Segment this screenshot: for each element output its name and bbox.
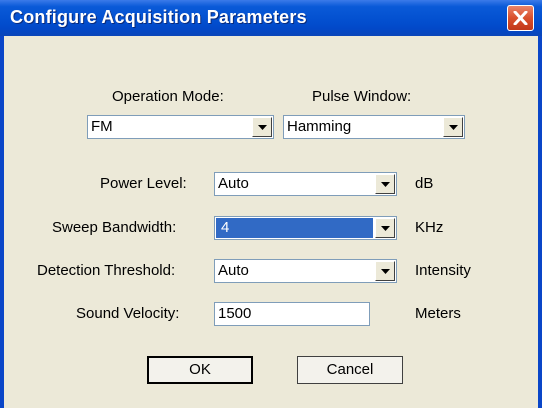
window-frame-right (538, 36, 542, 408)
operation-mode-select[interactable]: FM (87, 115, 274, 139)
operation-mode-dropdown-button[interactable] (252, 117, 272, 137)
window-frame-left (0, 36, 4, 408)
power-level-select[interactable]: Auto (214, 172, 397, 196)
chevron-down-icon (381, 226, 390, 231)
detection-threshold-label: Detection Threshold: (37, 262, 176, 279)
detection-threshold-dropdown-button[interactable] (375, 261, 395, 281)
sound-velocity-input[interactable]: 1500 (214, 302, 370, 326)
title-bar[interactable]: Configure Acquisition Parameters (0, 0, 542, 36)
sound-velocity-label: Sound Velocity: (76, 305, 180, 322)
operation-mode-value: FM (91, 118, 113, 135)
sound-velocity-value: 1500 (218, 305, 252, 322)
pulse-window-dropdown-button[interactable] (443, 117, 463, 137)
sweep-bandwidth-select[interactable]: 4 (214, 216, 397, 240)
selection-highlight (216, 218, 373, 238)
pulse-window-value: Hamming (287, 118, 352, 135)
sweep-bandwidth-unit: KHz (415, 219, 444, 236)
cancel-button[interactable]: Cancel (297, 356, 403, 384)
pulse-window-label: Pulse Window: (312, 88, 412, 105)
power-level-unit: dB (415, 175, 434, 192)
close-button[interactable] (507, 5, 534, 31)
sweep-bandwidth-dropdown-button[interactable] (375, 218, 395, 238)
chevron-down-icon (449, 125, 458, 130)
power-level-dropdown-button[interactable] (375, 174, 395, 194)
detection-threshold-value: Auto (218, 262, 249, 279)
power-level-value: Auto (218, 175, 249, 192)
chevron-down-icon (381, 182, 390, 187)
sweep-bandwidth-label: Sweep Bandwidth: (52, 219, 177, 236)
window-title: Configure Acquisition Parameters (10, 7, 307, 27)
pulse-window-select[interactable]: Hamming (283, 115, 465, 139)
chevron-down-icon (381, 269, 390, 274)
chevron-down-icon (258, 125, 267, 130)
detection-threshold-unit: Intensity (415, 262, 471, 279)
operation-mode-label: Operation Mode: (112, 88, 224, 105)
close-icon (513, 11, 528, 25)
detection-threshold-select[interactable]: Auto (214, 259, 397, 283)
ok-button[interactable]: OK (147, 356, 253, 384)
power-level-label: Power Level: (100, 175, 187, 192)
sound-velocity-unit: Meters (415, 305, 461, 322)
sweep-bandwidth-value: 4 (221, 219, 230, 236)
